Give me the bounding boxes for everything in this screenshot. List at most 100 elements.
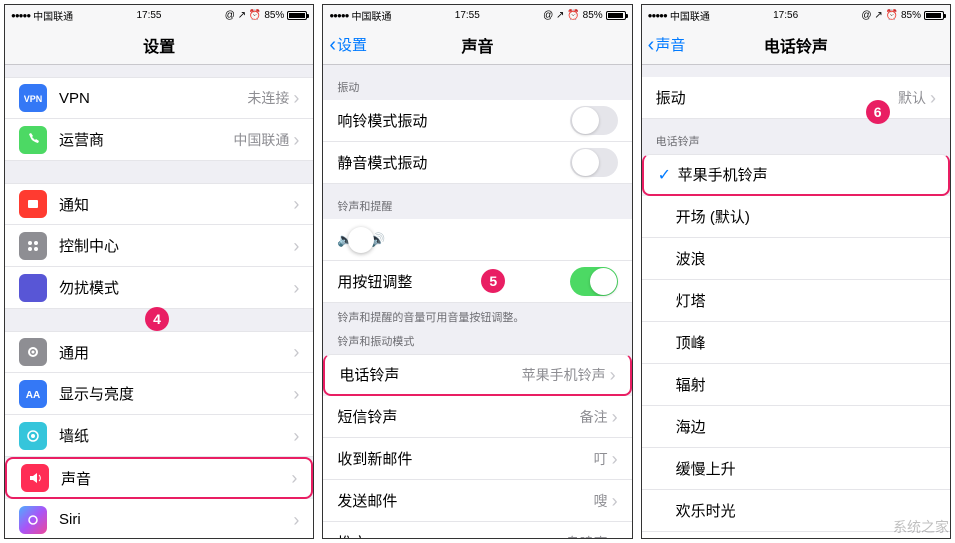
ringtone-label: 波浪	[676, 248, 936, 269]
value: 未连接	[247, 88, 289, 108]
chevron-right-icon: ›	[293, 131, 299, 149]
chevron-right-icon: ›	[610, 366, 616, 384]
phone-icon	[19, 126, 47, 154]
chevron-right-icon: ›	[930, 89, 936, 107]
control-icon	[19, 232, 47, 260]
ringtone-label: 苹果手机铃声	[678, 164, 934, 185]
siri-icon	[19, 506, 47, 534]
ringtone-label: 海边	[676, 416, 936, 437]
chevron-right-icon: ›	[293, 89, 299, 107]
ringtone-row[interactable]: 缓慢上升	[642, 448, 950, 490]
chevron-left-icon: ‹	[329, 35, 336, 55]
ringtone-label: 辐射	[676, 374, 936, 395]
row-vibration[interactable]: 振动 默认 ›	[642, 77, 950, 119]
sound-row-ringtone[interactable]: 电话铃声苹果手机铃声›	[323, 354, 631, 396]
group-header-vibrate: 振动	[323, 65, 631, 100]
chevron-right-icon: ›	[293, 279, 299, 297]
ringtone-row[interactable]: 顶峰	[642, 322, 950, 364]
group-header-ringer: 铃声和提醒	[323, 184, 631, 219]
label: 静音模式振动	[337, 152, 569, 173]
label: 通用	[59, 342, 293, 363]
settings-row[interactable]: 勿扰模式›	[5, 267, 313, 309]
ringtone-row[interactable]: 开场 (默认)	[642, 196, 950, 238]
settings-list[interactable]: VPNVPN未连接›运营商中国联通› 通知›控制中心›勿扰模式› 通用›AA显示…	[5, 65, 313, 538]
label: 收到新邮件	[337, 448, 593, 469]
ringtone-row[interactable]: 灯塔	[642, 280, 950, 322]
settings-row[interactable]: 墙纸›	[5, 415, 313, 457]
sound-row[interactable]: 推文鸟鸣声›	[323, 522, 631, 538]
label: 控制中心	[59, 235, 293, 256]
nav-bar: ‹ 声音 电话铃声	[642, 25, 950, 65]
page-title: 设置	[143, 33, 175, 57]
chevron-right-icon: ›	[293, 237, 299, 255]
sound-icon	[21, 464, 49, 492]
screen-ringtone: ●●●●● 中国联通 17:56 @ ↗ ⏰ 85% ‹ 声音 电话铃声 振动 …	[641, 4, 951, 539]
row-ring-vibrate[interactable]: 响铃模式振动	[323, 100, 631, 142]
settings-row[interactable]: VPNVPN未连接›	[5, 77, 313, 119]
ringtone-row[interactable]: 辐射	[642, 364, 950, 406]
back-label: 声音	[655, 34, 685, 55]
status-bar: ●●●●● 中国联通 17:56 @ ↗ ⏰ 85%	[642, 5, 950, 25]
label: Siri	[59, 511, 293, 528]
ringtone-list[interactable]: 振动 默认 › 电话铃声 ✓苹果手机铃声开场 (默认) 波浪灯塔顶峰辐射海边缓慢上…	[642, 65, 950, 538]
toggle[interactable]	[570, 106, 618, 135]
ringtone-label: 灯塔	[676, 290, 936, 311]
battery-icon	[287, 11, 307, 20]
chevron-right-icon: ›	[293, 385, 299, 403]
nav-bar: ‹ 设置 声音	[323, 25, 631, 65]
group-header-ringtones: 电话铃声	[642, 119, 950, 154]
sounds-list[interactable]: 振动 响铃模式振动 静音模式振动 铃声和提醒 🔈 🔊 用按钮调整 铃声和提醒的音…	[323, 65, 631, 538]
status-time: 17:55	[136, 10, 161, 21]
moon-icon	[19, 274, 47, 302]
settings-row[interactable]: 运营商中国联通›	[5, 119, 313, 161]
label: 发送邮件	[337, 490, 593, 511]
label: 显示与亮度	[59, 383, 293, 404]
page-title: 电话铃声	[764, 33, 828, 57]
battery-pct: 85%	[583, 10, 603, 21]
signal-icon: ●●●●●	[11, 11, 30, 20]
settings-row-sound[interactable]: 声音›	[5, 457, 313, 499]
callout-6: 6	[866, 100, 890, 124]
settings-row[interactable]: Siri›	[5, 499, 313, 538]
status-time: 17:55	[455, 10, 480, 21]
svg-text:AA: AA	[26, 390, 40, 401]
sound-row[interactable]: 发送邮件嗖›	[323, 480, 631, 522]
callout-4: 4	[145, 307, 169, 331]
back-button[interactable]: ‹ 声音	[648, 34, 686, 55]
chevron-right-icon: ›	[612, 450, 618, 468]
signal-icon: ●●●●●	[648, 11, 667, 20]
ringtone-row[interactable]: 海边	[642, 406, 950, 448]
settings-row[interactable]: 控制中心›	[5, 225, 313, 267]
battery-icon	[606, 11, 626, 20]
svg-text:VPN: VPN	[24, 94, 42, 104]
sound-row[interactable]: 收到新邮件叮›	[323, 438, 631, 480]
back-button[interactable]: ‹ 设置	[329, 34, 367, 55]
ringtone-row[interactable]: 波浪	[642, 238, 950, 280]
label: 勿扰模式	[59, 277, 293, 298]
row-button-adjust[interactable]: 用按钮调整	[323, 261, 631, 303]
label: 短信铃声	[337, 406, 579, 427]
label: VPN	[59, 90, 247, 107]
value: 叮	[594, 449, 608, 469]
wallpaper-icon	[19, 422, 47, 450]
settings-row[interactable]: 通知›	[5, 183, 313, 225]
settings-row[interactable]: 通用›	[5, 331, 313, 373]
group-footer: 铃声和提醒的音量可用音量按钮调整。	[323, 303, 631, 327]
chevron-left-icon: ‹	[648, 35, 655, 55]
row-silent-vibrate[interactable]: 静音模式振动	[323, 142, 631, 184]
label: 用按钮调整	[337, 271, 569, 292]
chevron-right-icon: ›	[293, 195, 299, 213]
ringtone-label: 开场 (默认)	[676, 206, 936, 227]
chevron-right-icon: ›	[612, 408, 618, 426]
ringtone-row-selected[interactable]: ✓苹果手机铃声	[642, 154, 950, 196]
sound-row[interactable]: 短信铃声备注›	[323, 396, 631, 438]
toggle[interactable]	[570, 267, 618, 296]
status-icons: @ ↗ ⏰	[861, 10, 898, 21]
value: 鸟鸣声	[566, 533, 608, 539]
chevron-right-icon: ›	[293, 343, 299, 361]
value: 中国联通	[233, 130, 289, 150]
chevron-right-icon: ›	[293, 511, 299, 529]
toggle[interactable]	[570, 148, 618, 177]
status-bar: ●●●●● 中国联通 17:55 @ ↗ ⏰ 85%	[5, 5, 313, 25]
settings-row[interactable]: AA 显示与亮度›	[5, 373, 313, 415]
